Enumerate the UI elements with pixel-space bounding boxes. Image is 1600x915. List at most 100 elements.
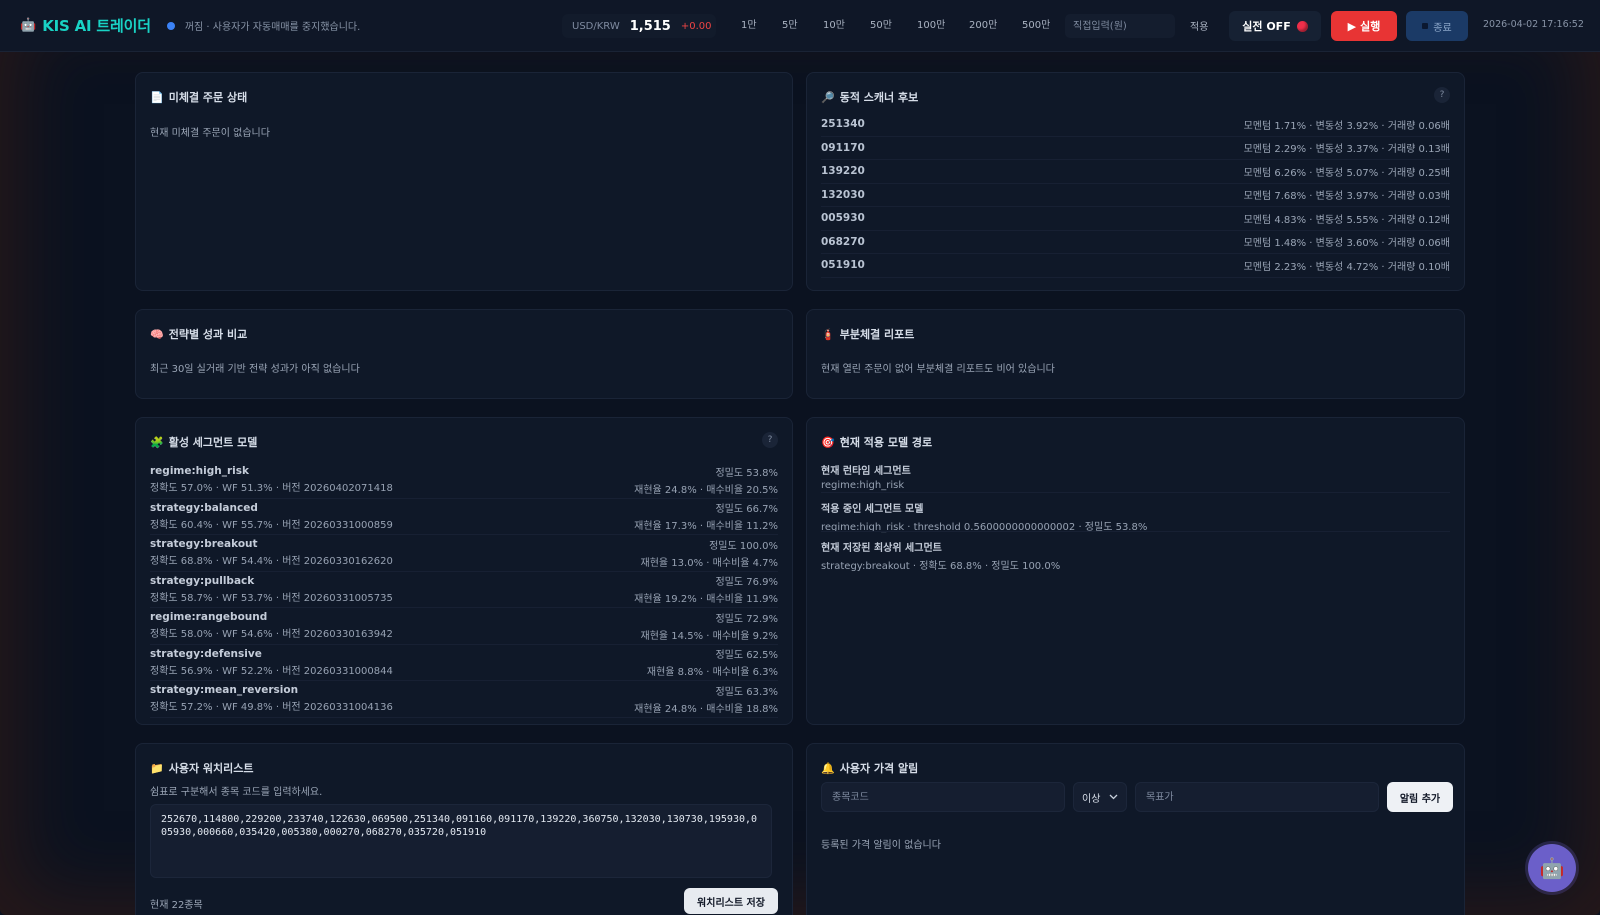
partial-fill-title: 🧯 부분체결 리포트 (821, 326, 914, 342)
brain-icon: 🧠 (150, 327, 164, 341)
amount-100man-button[interactable]: 100만 (917, 16, 945, 31)
brand: 🤖 KIS AI 트레이더 (20, 15, 151, 36)
list-item[interactable]: 251340 모멘텀 1.71% · 변동성 3.92% · 거래량 0.06배 (821, 113, 1450, 137)
fx-label: USD/KRW (572, 20, 620, 32)
list-item[interactable]: 132030 모멘텀 7.68% · 변동성 3.97% · 거래량 0.03배 (821, 184, 1450, 207)
bell-icon: 🔔 (821, 761, 835, 775)
partial-fill-empty: 현재 열린 주문이 없어 부분체결 리포트도 비어 있습니다 (821, 364, 1055, 375)
amount-10man-button[interactable]: 10만 (823, 16, 845, 31)
stop-button[interactable]: 종료 (1406, 11, 1468, 41)
segment-precision: 정밀도 72.9% (715, 613, 778, 625)
top-segment-block: 현재 저장된 최상위 세그먼트 strategy:breakout · 정확도 … (821, 539, 1450, 572)
strategy-performance-title-text: 전략별 성과 비교 (168, 328, 248, 341)
pending-orders-title: 📄 미체결 주문 상태 (150, 89, 247, 105)
segment-precision: 정밀도 62.5% (715, 650, 778, 662)
segment-recall: 재현율 17.3% · 매수비율 11.2% (634, 521, 778, 533)
list-item[interactable]: 068270 모멘텀 1.48% · 변동성 3.60% · 거래량 0.06배 (821, 231, 1450, 254)
segment-recall: 재현율 24.8% · 매수비율 20.5% (634, 484, 778, 496)
table-row[interactable]: regime:rangebound 정확도 58.0% · WF 54.6% · … (150, 608, 778, 645)
model-route-card: 🎯 현재 적용 모델 경로 현재 런타임 세그먼트 regime:high_ri… (806, 417, 1465, 725)
list-item[interactable]: 091170 모멘텀 2.29% · 변동성 3.37% · 거래량 0.13배 (821, 137, 1450, 160)
pending-orders-title-text: 미체결 주문 상태 (168, 91, 248, 104)
segment-models-title: 🧩 활성 세그먼트 모델 (150, 434, 257, 450)
amount-50man-button[interactable]: 50만 (870, 16, 892, 31)
app-title: KIS AI 트레이더 (42, 17, 151, 35)
scanner-title-text: 동적 스캐너 후보 (839, 91, 919, 104)
segment-precision: 정밀도 76.9% (715, 577, 778, 589)
list-item[interactable]: 051910 모멘텀 2.23% · 변동성 4.72% · 거래량 0.10배 (821, 254, 1450, 278)
strategy-performance-card: 🧠 전략별 성과 비교 최근 30일 실거래 기반 전략 성과가 아직 없습니다 (135, 309, 793, 399)
stock-metrics: 모멘텀 2.29% · 변동성 3.37% · 거래량 0.13배 (1243, 144, 1450, 156)
stop-label: 종료 (1433, 22, 1452, 34)
scanner-help-icon[interactable]: ? (1434, 87, 1450, 103)
alert-empty: 등록된 가격 알림이 없습니다 (821, 840, 941, 851)
amount-200man-button[interactable]: 200만 (969, 16, 997, 31)
add-alert-button[interactable]: 알림 추가 (1387, 782, 1453, 812)
fx-delta: +0.00 (680, 20, 712, 32)
segment-models-card: 🧩 활성 세그먼트 모델 ? regime:high_risk 정확도 57.0%… (135, 417, 793, 725)
scanner-title: 🔎 동적 스캐너 후보 (821, 89, 918, 105)
segment-recall: 재현율 19.2% · 매수비율 11.9% (634, 594, 778, 606)
segment-recall: 재현율 8.8% · 매수비율 6.3% (646, 667, 778, 679)
stock-code: 251340 (821, 118, 865, 131)
robot-assistant-icon: 🤖 (1539, 856, 1565, 880)
stock-code: 132030 (821, 188, 865, 201)
table-row[interactable]: strategy:balanced 정확도 60.4% · WF 55.7% · … (150, 499, 778, 535)
strategy-performance-title: 🧠 전략별 성과 비교 (150, 326, 247, 342)
stock-code: 051910 (821, 259, 865, 272)
route-value: strategy:breakout · 정확도 68.8% · 정밀도 100.… (821, 561, 1061, 572)
direct-amount-input[interactable] (1065, 14, 1175, 38)
fx-rate-widget: USD/KRW 1,515 +0.00 (562, 14, 716, 38)
pending-orders-card: 📄 미체결 주문 상태 현재 미체결 주문이 없습니다 (135, 72, 793, 291)
list-item[interactable]: 139220 모멘텀 6.26% · 변동성 5.07% · 거래량 0.25배 (821, 160, 1450, 184)
save-watchlist-button[interactable]: 워치리스트 저장 (684, 888, 778, 914)
play-icon: ▶ (1347, 19, 1357, 33)
apply-button[interactable]: 적용 (1190, 18, 1208, 33)
stop-square-icon (1422, 23, 1429, 29)
model-route-title-text: 현재 적용 모델 경로 (839, 436, 933, 449)
segment-precision: 정밀도 63.3% (715, 686, 778, 698)
table-row[interactable]: strategy:mean_reversion 정확도 57.2% · WF 49… (150, 681, 778, 718)
price-alert-title-text: 사용자 가격 알림 (839, 762, 919, 775)
alert-condition-select[interactable]: 이상 (1073, 782, 1127, 812)
stock-metrics: 모멘텀 1.48% · 변동성 3.60% · 거래량 0.06배 (1243, 238, 1450, 250)
segment-name: regime:rangebound (150, 611, 268, 624)
table-row[interactable]: strategy:defensive 정확도 56.9% · WF 52.2% ·… (150, 645, 778, 681)
segment-name: strategy:mean_reversion (150, 684, 299, 697)
stock-code: 139220 (821, 165, 865, 178)
extinguisher-icon: 🧯 (821, 327, 835, 341)
amount-1man-button[interactable]: 1만 (741, 16, 757, 31)
alert-code-input[interactable] (821, 782, 1065, 812)
stock-code: 091170 (821, 141, 865, 154)
run-button[interactable]: ▶ 실행 (1331, 11, 1397, 41)
stock-metrics: 모멘텀 1.71% · 변동성 3.92% · 거래량 0.06배 (1243, 120, 1450, 132)
segments-help-icon[interactable]: ? (762, 432, 778, 448)
alert-condition-value: 이상 (1082, 793, 1101, 805)
amount-500man-button[interactable]: 500만 (1022, 16, 1050, 31)
table-row[interactable]: regime:high_risk 정확도 57.0% · WF 51.3% · 버… (150, 462, 778, 499)
stock-metrics: 모멘텀 6.26% · 변동성 5.07% · 거래량 0.25배 (1243, 167, 1450, 179)
table-row[interactable]: strategy:pullback 정확도 58.7% · WF 53.7% · … (150, 572, 778, 608)
alert-target-input[interactable] (1135, 782, 1379, 812)
magnifier-icon: 🔎 (821, 90, 835, 104)
strategy-performance-empty: 최근 30일 실거래 기반 전략 성과가 아직 없습니다 (150, 364, 360, 375)
watchlist-hint: 쉼표로 구분해서 종목 코드를 입력하세요. (150, 787, 323, 798)
segment-stats: 정확도 57.2% · WF 49.8% · 버전 20260331004136 (150, 702, 393, 714)
segment-name: strategy:balanced (150, 501, 258, 514)
segment-recall: 재현율 24.8% · 매수비율 18.8% (634, 703, 778, 715)
table-row[interactable]: strategy:breakout 정확도 68.8% · WF 54.4% · … (150, 535, 778, 572)
segment-list: regime:high_risk 정확도 57.0% · WF 51.3% · 버… (150, 462, 778, 718)
watchlist-textarea[interactable]: 252670,114800,229200,233740,122630,06950… (150, 804, 772, 878)
segment-name: regime:high_risk (150, 465, 250, 478)
status-dot-icon (166, 21, 175, 30)
list-item[interactable]: 005930 모멘텀 4.83% · 변동성 5.55% · 거래량 0.12배 (821, 207, 1450, 231)
segment-name: strategy:breakout (150, 538, 258, 551)
price-alert-title: 🔔 사용자 가격 알림 (821, 760, 918, 776)
segment-name: strategy:defensive (150, 647, 262, 660)
live-trading-toggle[interactable]: 실전 OFF (1229, 11, 1321, 41)
segment-recall: 재현율 13.0% · 매수비율 4.7% (640, 557, 778, 569)
stock-code: 068270 (821, 235, 865, 248)
amount-5man-button[interactable]: 5만 (782, 16, 798, 31)
status-text: 꺼짐 · 사용자가 자동매매를 중지했습니다. (184, 22, 361, 33)
assistant-button[interactable]: 🤖 (1528, 844, 1576, 892)
